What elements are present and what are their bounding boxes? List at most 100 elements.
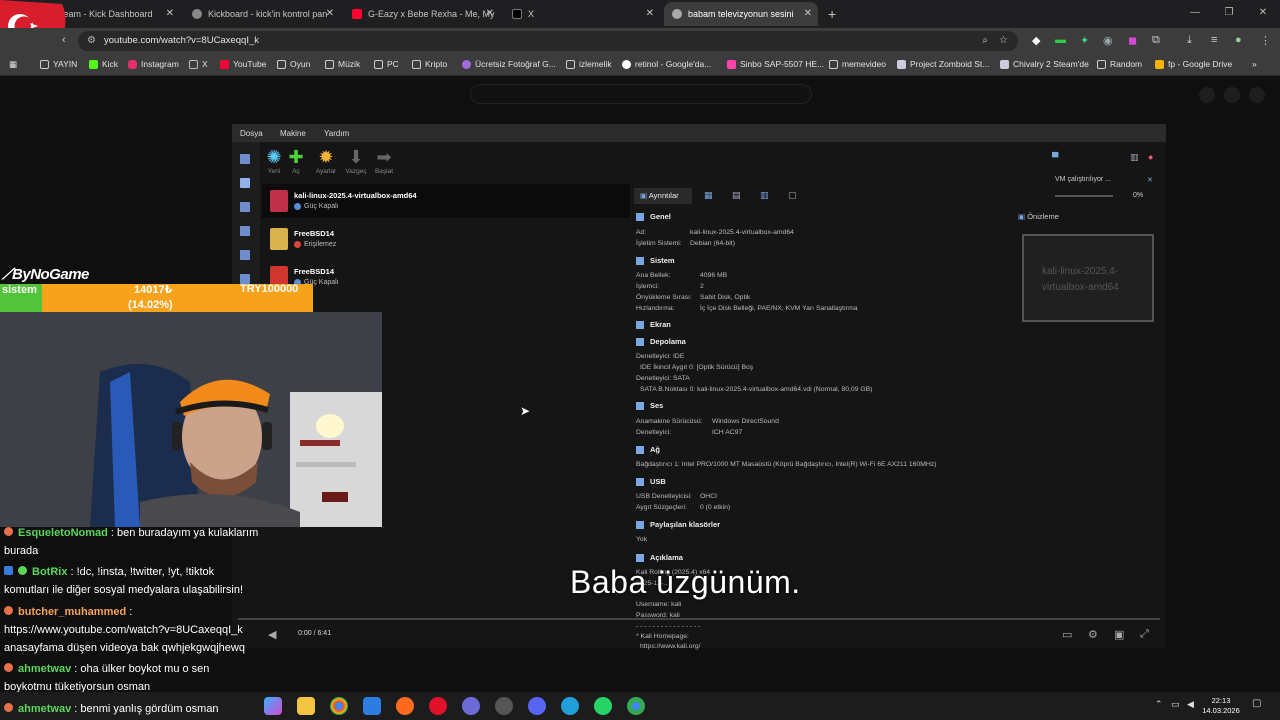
folder-icon xyxy=(277,59,286,69)
detail-row: Anamakine Sürücüsü: Windows DirectSound xyxy=(636,418,779,425)
display-icon xyxy=(636,320,644,329)
close-tab-icon[interactable]: ✕ xyxy=(804,8,812,19)
webcam-feed xyxy=(0,312,382,527)
menu-help: Yardım xyxy=(324,129,350,138)
firefox-icon[interactable] xyxy=(396,697,414,715)
file-explorer-icon[interactable] xyxy=(297,697,315,715)
copilot-icon[interactable] xyxy=(264,697,282,715)
site-info-icon[interactable]: ⚙ xyxy=(87,31,96,51)
download-icon[interactable]: ⤓ xyxy=(1187,34,1192,47)
youtube-search-box[interactable] xyxy=(470,84,812,104)
bookmark-label: Chivalry 2 Steam'de xyxy=(1013,59,1089,69)
detail-key: Ana Bellek: xyxy=(636,272,671,279)
detail-row: IDE İkincil Aygıt 0: [Optik Sürücü] Boş xyxy=(640,364,754,371)
bookmark-link[interactable]: Kick xyxy=(89,59,118,69)
menu-kebab-icon[interactable]: ⋮ xyxy=(1260,34,1271,47)
search-icon[interactable]: ⌕ xyxy=(982,31,988,51)
close-window-icon[interactable]: ✕ xyxy=(1246,0,1280,28)
bookmark-folder[interactable]: PC xyxy=(374,59,399,69)
avatar[interactable] xyxy=(1249,87,1265,103)
usb-icon xyxy=(636,477,644,486)
close-tab-icon[interactable]: ✕ xyxy=(326,8,334,19)
chat-text: : xyxy=(129,606,133,618)
profile-avatar-icon[interactable]: ● xyxy=(1235,34,1242,46)
extension-icon[interactable]: ◉ xyxy=(1103,34,1113,47)
taskbar-clock[interactable]: 22:13 14.03.2026 xyxy=(1196,696,1246,716)
bookmark-folder[interactable]: memevideo xyxy=(829,59,886,69)
bookmark-folder[interactable]: izlemelik xyxy=(566,59,612,69)
telegram-icon[interactable] xyxy=(561,697,579,715)
bookmark-link[interactable]: Chivalry 2 Steam'de xyxy=(1000,59,1089,69)
detail-value: Windows DirectSound xyxy=(712,418,779,425)
opera-icon[interactable] xyxy=(429,697,447,715)
detail-value: 4096 MB xyxy=(700,272,728,279)
add-icon: ✚ xyxy=(288,147,304,167)
bookmark-folder[interactable]: Oyun xyxy=(277,59,310,69)
close-tab-icon[interactable]: ✕ xyxy=(486,8,494,19)
new-tab-button[interactable]: + xyxy=(820,2,840,26)
bookmark-folder[interactable]: Random xyxy=(1097,59,1142,69)
tray-chevron-icon[interactable]: ⌃ xyxy=(1155,699,1163,710)
notifications-icon[interactable] xyxy=(1224,87,1240,103)
bookmark-folder[interactable]: Müzik xyxy=(325,59,360,69)
app-icon[interactable] xyxy=(462,697,480,715)
bookmark-folder[interactable]: YAYIN xyxy=(40,59,77,69)
whatsapp-icon[interactable] xyxy=(594,697,612,715)
vm-running-text: VM çalıştırılıyor ... xyxy=(1055,176,1112,183)
discord-icon[interactable] xyxy=(528,697,546,715)
detail-row: İşlemci: 2 xyxy=(636,283,704,290)
fullscreen-icon[interactable]: ⤢ xyxy=(1140,628,1149,641)
apps-grid-icon[interactable]: ▦ xyxy=(9,59,17,70)
extension-icon[interactable]: ✦ xyxy=(1080,34,1089,47)
subtitles-icon[interactable]: ▭ xyxy=(1062,628,1072,641)
obs-icon[interactable] xyxy=(495,697,513,715)
extensions-puzzle-icon[interactable]: ⧉ xyxy=(1152,34,1160,47)
bookmark-link[interactable]: YouTube xyxy=(220,59,266,69)
extension-icon[interactable]: ▬ xyxy=(1055,34,1066,46)
bookmark-link[interactable]: Ücretsiz Fotoğraf G... xyxy=(462,59,556,69)
close-tab-icon[interactable]: ✕ xyxy=(166,8,174,19)
extension-icon[interactable]: ◆ xyxy=(1032,34,1040,47)
tool-label: Ayarlar xyxy=(315,168,337,175)
bookmark-folder[interactable]: Kripto xyxy=(412,59,447,69)
create-icon[interactable] xyxy=(1199,87,1215,103)
tab-active-youtube[interactable]: babam televizyonun sesini ✕ xyxy=(664,2,818,26)
bookmark-link[interactable]: Instagram xyxy=(128,59,179,69)
bookmark-link[interactable]: Project Zomboid St... xyxy=(897,59,989,69)
tab-youtube-music[interactable]: G-Eazy x Bebe Rexha - Me, My ✕ xyxy=(344,2,500,26)
bookmark-link[interactable]: retinol - Google'da... xyxy=(622,59,711,69)
progress-track[interactable] xyxy=(238,618,1160,620)
detail-row: Denetleyici: SATA xyxy=(636,375,690,382)
detail-row: Ad: kali-linux-2025.4-virtualbox-amd64 xyxy=(636,229,794,236)
back-icon[interactable]: ‹ xyxy=(62,34,66,46)
miniplayer-icon[interactable]: ▣ xyxy=(1114,628,1124,641)
virtualbox-icon[interactable] xyxy=(363,697,381,715)
address-bar[interactable]: ⚙ youtube.com/watch?v=8UCaxeqqI_k ⌕ ☆ xyxy=(78,31,1018,51)
chrome-profile-icon[interactable] xyxy=(627,697,645,715)
extension-icon[interactable]: ◼ xyxy=(1128,34,1137,47)
detail-row: Bağdaştırıcı 1: Intel PRO/1000 MT Masaüs… xyxy=(636,461,937,468)
bookmark-star-icon[interactable]: ☆ xyxy=(999,31,1008,51)
tab-label: G-Eazy x Bebe Rexha - Me, My xyxy=(368,9,495,19)
more-bookmarks-icon[interactable]: » xyxy=(1252,59,1257,69)
media-control-icon[interactable]: ≡ xyxy=(1211,34,1217,46)
restore-icon[interactable]: ❐ xyxy=(1212,0,1246,28)
bookmark-link[interactable]: Sinbo SAP-5507 HE... xyxy=(727,59,824,69)
section-title: Ekran xyxy=(650,320,671,329)
minimize-icon[interactable]: — xyxy=(1178,0,1212,28)
tab-x[interactable]: X ✕ xyxy=(504,2,660,26)
tab-kickboard[interactable]: Kickboard - kick'in kontrol pan ✕ xyxy=(184,2,340,26)
bookmark-link[interactable]: X xyxy=(189,59,208,69)
notification-center-icon[interactable]: ▢ xyxy=(1252,698,1261,709)
progress-bar xyxy=(1055,195,1113,197)
network-tray-icon[interactable]: ▭ xyxy=(1171,699,1180,710)
bookmarks-bar: ▦ YAYIN Kick Instagram X YouTube Oyun Mü… xyxy=(0,54,1280,76)
close-tab-icon[interactable]: ✕ xyxy=(646,8,654,19)
bookmark-link[interactable]: fp - Google Drive xyxy=(1155,59,1232,69)
settings-gear-icon[interactable]: ⚙ xyxy=(1088,628,1098,641)
chrome-icon[interactable] xyxy=(330,697,348,715)
vm-name: kali-linux-2025.4-virtualbox-amd64 xyxy=(294,191,417,200)
volume-tray-icon[interactable]: ◀ xyxy=(1187,699,1194,710)
chat-text: : !dc, !insta, !twitter, !yt, !tiktok xyxy=(70,566,215,578)
chat-overlay: EsqueletoNomad : ben buradayım ya kulakl… xyxy=(0,526,320,720)
